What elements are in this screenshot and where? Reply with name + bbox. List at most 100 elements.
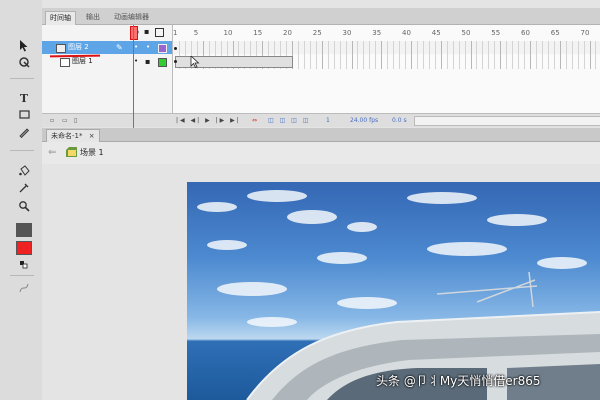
new-layer-icon[interactable]: ▫ — [50, 114, 54, 127]
swap-colors-icon[interactable] — [15, 257, 33, 273]
frame-gridline — [470, 41, 472, 69]
frame-rate[interactable]: 24.00 fps — [350, 114, 378, 127]
frame-gridline — [416, 41, 418, 69]
paint-bucket-tool-icon[interactable] — [15, 163, 33, 179]
frame-gridline — [345, 41, 347, 69]
layer-name[interactable]: 图层 2 — [68, 41, 89, 54]
frame-gridline — [405, 41, 407, 69]
visible-dot-icon[interactable]: • — [134, 41, 138, 54]
layer-color-swatch[interactable] — [158, 58, 167, 67]
text-tool-icon[interactable]: T — [15, 90, 33, 106]
pencil-tool-icon[interactable] — [15, 124, 33, 140]
frame-gridline — [363, 41, 365, 69]
tools-divider — [10, 78, 34, 79]
smooth-option-icon[interactable] — [15, 280, 33, 296]
keyframe-dot[interactable] — [174, 47, 177, 50]
scene-icon — [66, 147, 77, 157]
frame-gridline — [440, 41, 442, 69]
frame-gridline — [464, 41, 466, 69]
tab-motion-editor[interactable]: 动画编辑器 — [110, 11, 153, 24]
timeline-scrollbar[interactable] — [414, 116, 600, 126]
car-illustration — [246, 271, 600, 400]
tools-divider — [10, 150, 34, 151]
ruler-tick-label: 55 — [491, 29, 501, 37]
edit-bar: ⇐ 场景 1 — [42, 142, 600, 165]
ruler-tick-label: 35 — [372, 29, 382, 37]
back-arrow-icon[interactable]: ⇐ — [48, 147, 56, 158]
frame-gridline — [506, 41, 508, 69]
lock-dot-icon[interactable]: • — [146, 41, 150, 54]
frame-gridline — [381, 41, 383, 69]
frame-gridline — [458, 41, 460, 69]
timeline-panel: 时间轴 输出 动画编辑器 ◉ ▪ 图层 2 ✎ • • 图层 1 • ▪ 151… — [42, 0, 600, 128]
frames-grid[interactable]: 1 5 10 15 20 25 30 35 40 45 50 55 60 65 70 — [173, 25, 600, 115]
document-tab[interactable]: 未命名-1* × — [46, 129, 100, 142]
current-frame: 1 — [326, 117, 330, 124]
ruler-tick-label: 65 — [550, 29, 560, 37]
delete-layer-icon[interactable]: ▯ — [74, 114, 77, 127]
layer-row[interactable]: 图层 2 ✎ • • — [42, 41, 172, 54]
frame-gridline — [512, 41, 514, 69]
stroke-color-swatch[interactable] — [16, 223, 32, 237]
ruler-tick-label: 1 — [173, 29, 178, 37]
onion-skin-controls[interactable]: ◫ ◫ ◫ ◫ — [268, 114, 310, 127]
frame-gridline — [327, 41, 329, 69]
frame-gridline — [333, 41, 335, 69]
frame-gridline — [351, 41, 353, 69]
fill-color-swatch[interactable] — [16, 241, 32, 255]
ruler-tick-label: 60 — [521, 29, 530, 37]
frame-gridline — [434, 41, 436, 69]
stage-canvas[interactable] — [187, 182, 600, 400]
subselection-tool-icon[interactable] — [15, 54, 33, 70]
frame-gridline — [357, 41, 359, 69]
ruler-tick-label: 50 — [461, 29, 471, 37]
loop-icon[interactable]: ⇔ — [252, 114, 257, 127]
playhead-handle[interactable] — [130, 26, 138, 40]
outline-icon[interactable] — [155, 28, 164, 37]
playhead-line — [133, 25, 134, 128]
tools-divider — [10, 275, 34, 276]
frame-gridline — [446, 41, 448, 69]
rectangle-tool-icon[interactable] — [15, 107, 33, 123]
scene-label[interactable]: 场景 1 — [80, 147, 104, 158]
frame-gridline — [500, 41, 502, 69]
frame-gridline — [577, 41, 579, 69]
playback-controls[interactable]: |◀ ◀| ▶ |▶ ▶| — [176, 114, 241, 127]
new-folder-icon[interactable]: ▭ — [62, 114, 68, 127]
ruler-tick-label: 25 — [312, 29, 322, 37]
frame-gridline — [541, 41, 543, 69]
eyedropper-tool-icon[interactable] — [15, 180, 33, 196]
layer-name[interactable]: 图层 1 — [72, 55, 93, 68]
zoom-tool-icon[interactable] — [15, 198, 33, 214]
tools-panel: T — [0, 0, 43, 400]
tab-output[interactable]: 输出 — [82, 11, 104, 24]
frame-gridline — [297, 41, 299, 69]
frame-gridline — [524, 41, 526, 69]
close-icon[interactable]: × — [89, 132, 95, 140]
frame-gridline — [518, 41, 520, 69]
selection-tool-icon[interactable] — [15, 38, 33, 54]
ruler-tick-label: 20 — [283, 29, 292, 37]
frame-gridline — [303, 41, 305, 69]
frame-gridline — [589, 41, 591, 69]
layer-row[interactable]: 图层 1 • ▪ — [42, 55, 172, 68]
frame-gridline — [530, 41, 531, 69]
lock-icon[interactable]: ▪ — [145, 55, 150, 68]
document-title: 未命名-1* — [51, 132, 83, 140]
frame-gridline — [583, 41, 585, 69]
ruler-tick-label: 5 — [193, 29, 199, 37]
ruler-tick-label: 15 — [253, 29, 263, 37]
visible-dot-icon[interactable]: • — [134, 55, 138, 68]
layer-type-icon — [56, 44, 66, 53]
watermark-text: 头条 @卩丬My天悄悄借er865 — [376, 374, 541, 388]
frame-gridline — [315, 41, 317, 69]
frame-gridline — [393, 41, 395, 69]
frame-gridline — [595, 41, 597, 69]
tab-timeline[interactable]: 时间轴 — [45, 11, 76, 25]
timeline-controls: ▫ ▭ ▯ |◀ ◀| ▶ |▶ ▶| ⇔ ◫ ◫ ◫ ◫ 1 24.00 fp… — [42, 113, 600, 127]
document-tabbar: 未命名-1* × — [42, 128, 600, 142]
layer-color-swatch[interactable] — [158, 44, 167, 53]
keyframe-dot[interactable] — [174, 60, 177, 63]
frame-gridline — [411, 41, 412, 69]
lock-icon[interactable]: ▪ — [144, 27, 149, 36]
